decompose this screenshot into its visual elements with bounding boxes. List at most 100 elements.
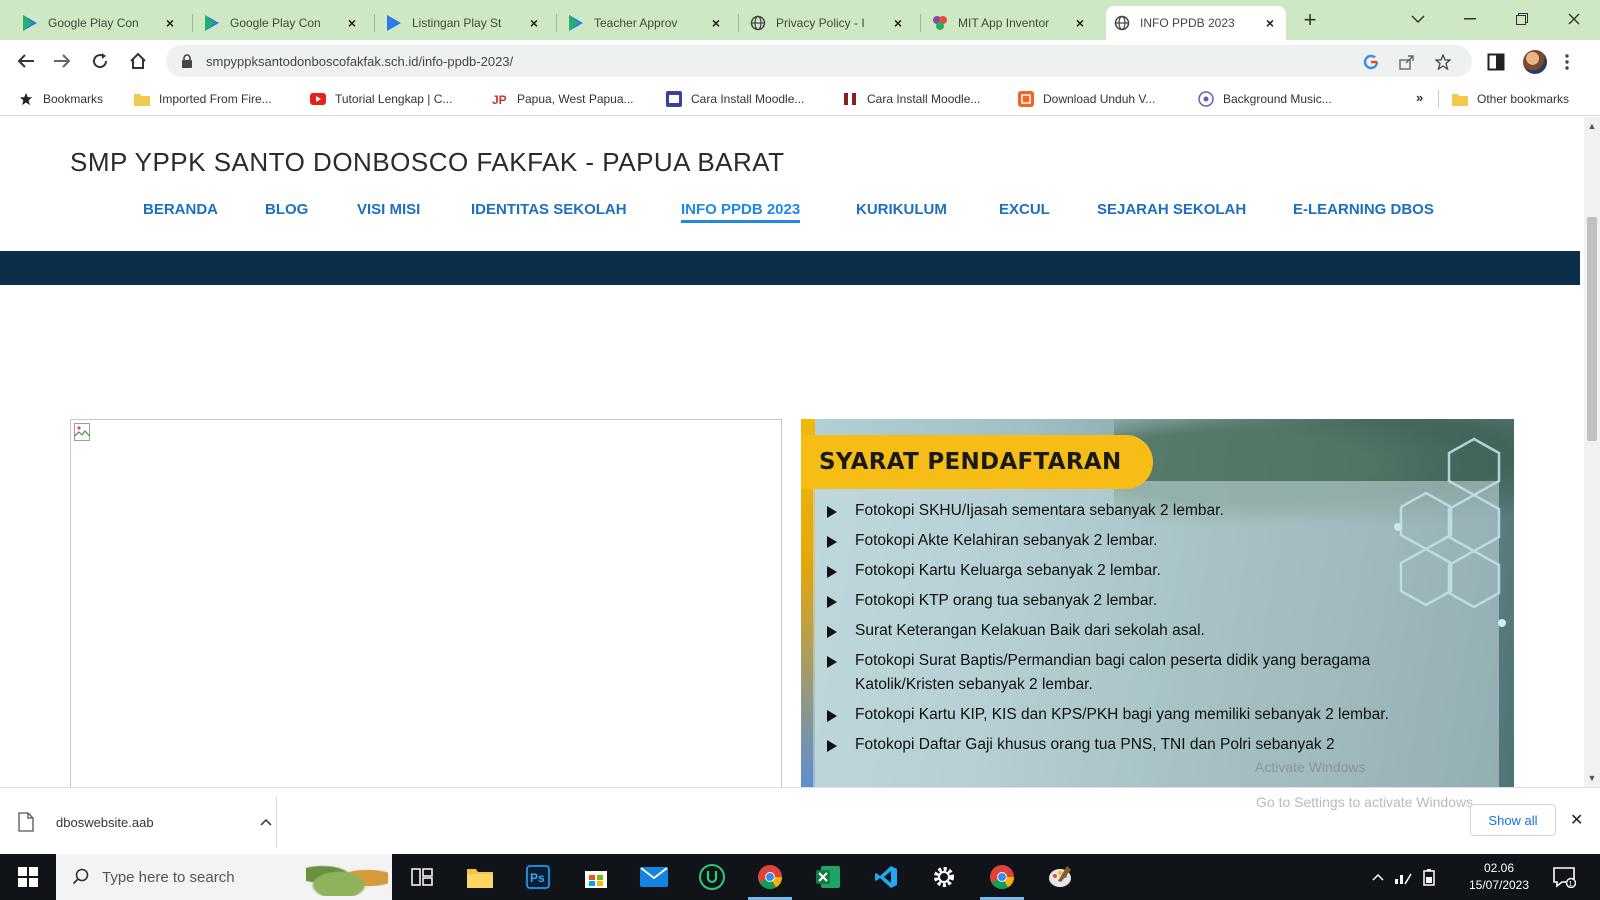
more-bookmarks-button[interactable]: » <box>1416 90 1423 105</box>
scrollbar-thumb[interactable] <box>1587 217 1597 441</box>
bullet-arrow-icon <box>827 536 837 548</box>
nav-link-blog[interactable]: BLOG <box>265 201 308 218</box>
bookmark-item[interactable]: Bookmarks <box>18 90 103 108</box>
google-lens-icon[interactable] <box>1362 53 1380 71</box>
download-item[interactable]: dboswebsite.aab <box>18 804 276 840</box>
chrome-icon <box>758 865 782 890</box>
nav-link-identitas-sekolah[interactable]: IDENTITAS SEKOLAH <box>471 201 627 218</box>
scroll-down-arrow-icon[interactable]: ▼ <box>1584 773 1600 783</box>
download-shelf-divider <box>276 796 277 848</box>
nav-link-beranda[interactable]: BERANDA <box>143 201 218 218</box>
nav-link-kurikulum[interactable]: KURIKULUM <box>856 201 947 218</box>
taskbar-app-paint[interactable] <box>1032 854 1088 900</box>
tab-close-icon[interactable]: × <box>890 15 906 31</box>
menu-kebab-icon[interactable] <box>1565 54 1569 70</box>
taskbar-app-vscode[interactable] <box>858 854 914 900</box>
bookmarks-bar: Bookmarks Imported From Fire... Tutorial… <box>0 82 1600 116</box>
requirement-text: Fotokopi Kartu KIP, KIS dan KPS/PKH bagi… <box>855 706 1389 723</box>
broken-image[interactable] <box>70 419 782 787</box>
tab-close-icon[interactable]: × <box>708 15 724 31</box>
settings-icon <box>934 867 954 887</box>
bookmark-label: Cara Install Moodle... <box>691 92 805 106</box>
bullet-arrow-icon <box>827 656 837 668</box>
close-window-button[interactable] <box>1548 0 1600 38</box>
search-highlight-graphic <box>306 860 388 896</box>
browser-tab[interactable]: Google Play Con × <box>14 6 186 40</box>
windows-logo-icon <box>18 867 38 887</box>
browser-tab[interactable]: Teacher Approv × <box>560 6 732 40</box>
browser-tab[interactable]: MIT App Inventor × <box>924 6 1096 40</box>
tab-close-icon[interactable]: × <box>344 15 360 31</box>
network-icon[interactable] <box>1394 869 1412 885</box>
taskbar-app-photoshop[interactable]: Ps <box>510 854 566 900</box>
start-button[interactable] <box>0 854 56 900</box>
bookmark-item[interactable]: Cara Install Moodle... <box>666 90 804 108</box>
search-icon <box>72 868 89 885</box>
show-all-downloads-button[interactable]: Show all <box>1470 804 1556 836</box>
browser-tab[interactable]: Google Play Con × <box>196 6 368 40</box>
taskbar-app-u[interactable] <box>684 854 740 900</box>
tab-close-icon[interactable]: × <box>1072 15 1088 31</box>
moodle-icon <box>666 91 682 107</box>
tab-close-icon[interactable]: × <box>526 15 542 31</box>
taskbar-app-chrome-2[interactable] <box>974 854 1030 900</box>
nav-link-visi-misi[interactable]: VISI MISI <box>357 201 420 218</box>
lock-icon[interactable] <box>180 54 194 68</box>
browser-tab[interactable]: Privacy Policy - I × <box>742 6 914 40</box>
chevron-up-icon[interactable] <box>1372 873 1384 881</box>
tab-title: MIT App Inventor <box>958 16 1050 30</box>
svg-text:Ps: Ps <box>530 871 545 885</box>
nav-link-sejarah-sekolah[interactable]: SEJARAH SEKOLAH <box>1097 201 1246 218</box>
activate-windows-watermark: Activate Windows <box>1255 759 1366 775</box>
bookmark-item[interactable]: Cara Install Moodle... <box>842 90 980 108</box>
new-tab-button[interactable]: + <box>1297 8 1323 34</box>
bookmark-item[interactable]: JP Papua, West Papua... <box>492 90 634 108</box>
battery-icon[interactable] <box>1422 868 1436 886</box>
bookmark-item[interactable]: Background Music... <box>1198 90 1332 108</box>
other-bookmarks[interactable]: Other bookmarks <box>1452 90 1569 108</box>
bookmark-item[interactable]: Download Unduh V... <box>1018 90 1155 108</box>
side-panel-icon[interactable] <box>1487 53 1505 71</box>
bookmark-item[interactable]: Tutorial Lengkap | C... <box>310 90 452 108</box>
address-bar[interactable]: smpyppksantodonboscofakfak.sch.id/info-p… <box>166 45 1472 77</box>
share-icon[interactable] <box>1398 53 1416 71</box>
home-button[interactable] <box>124 47 152 75</box>
tab-close-icon[interactable]: × <box>162 15 178 31</box>
taskbar-app-microsoft-store[interactable] <box>568 854 624 900</box>
bookmark-item[interactable]: Imported From Fire... <box>134 90 272 108</box>
taskbar-clock[interactable]: 02.06 15/07/2023 <box>1458 860 1540 894</box>
restore-button[interactable] <box>1496 0 1548 38</box>
task-view-button[interactable] <box>394 854 450 900</box>
site-title[interactable]: SMP YPPK SANTO DONBOSCO FAKFAK - PAPUA B… <box>70 147 785 178</box>
nav-link-e-learning-dbos[interactable]: E-LEARNING DBOS <box>1293 201 1434 218</box>
forward-button[interactable] <box>48 47 76 75</box>
taskbar-app-settings[interactable] <box>916 854 972 900</box>
scroll-up-arrow-icon[interactable]: ▲ <box>1584 121 1600 131</box>
browser-tab[interactable]: Listingan Play St × <box>378 6 550 40</box>
tab-divider <box>556 14 557 32</box>
close-download-shelf-icon[interactable]: ✕ <box>1570 810 1583 830</box>
taskbar-app-file-explorer[interactable] <box>452 854 508 900</box>
profile-avatar[interactable] <box>1523 50 1547 74</box>
page-viewport: SMP YPPK SANTO DONBOSCO FAKFAK - PAPUA B… <box>0 117 1584 787</box>
requirement-item: Fotokopi Surat Baptis/Permandian bagi ca… <box>827 649 1467 697</box>
back-button[interactable] <box>12 47 40 75</box>
browser-tab-active[interactable]: INFO PPDB 2023 × <box>1106 6 1286 40</box>
notification-center-icon[interactable]: 1 <box>1552 866 1576 888</box>
taskbar-app-chrome[interactable] <box>742 854 798 900</box>
bookmark-star-icon[interactable] <box>1434 53 1452 71</box>
tab-search-chevron-icon[interactable] <box>1392 0 1444 38</box>
search-placeholder: Type here to search <box>102 868 235 886</box>
nav-link-excul[interactable]: EXCUL <box>999 201 1050 218</box>
nav-link-info-ppdb-2023[interactable]: INFO PPDB 2023 <box>681 201 801 223</box>
reload-button[interactable] <box>86 47 114 75</box>
minimize-button[interactable] <box>1444 0 1496 38</box>
chevron-up-icon[interactable] <box>256 815 276 829</box>
taskbar-search-box[interactable]: Type here to search <box>56 854 392 900</box>
url-text[interactable]: smpyppksantodonboscofakfak.sch.id/info-p… <box>206 54 513 69</box>
taskbar-app-excel[interactable] <box>800 854 856 900</box>
page-scrollbar[interactable]: ▲ ▼ <box>1584 117 1600 787</box>
tab-close-icon[interactable]: × <box>1262 15 1278 31</box>
taskbar-app-mail[interactable] <box>626 854 682 900</box>
photoshop-icon: Ps <box>525 864 551 890</box>
